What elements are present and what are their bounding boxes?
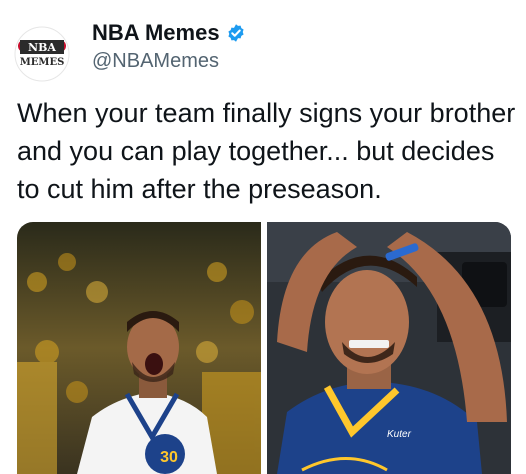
svg-text:NBA: NBA bbox=[28, 41, 56, 54]
display-name[interactable]: NBA Memes bbox=[92, 20, 246, 46]
avatar[interactable]: NBA MEMES bbox=[14, 26, 70, 82]
svg-text:Kuter: Kuter bbox=[387, 429, 412, 440]
display-name-text[interactable]: NBA Memes bbox=[92, 20, 220, 46]
photo-distraught-player[interactable]: Kuter bbox=[267, 222, 511, 474]
nba-memes-logo: NBA MEMES bbox=[14, 26, 70, 82]
svg-text:30: 30 bbox=[160, 449, 178, 466]
tweet-media[interactable]: 30 Kuter bbox=[17, 222, 511, 474]
tweet-text: When your team finally signs your brothe… bbox=[17, 98, 516, 204]
photo-celebrating-player[interactable]: 30 bbox=[17, 222, 261, 474]
svg-text:MEMES: MEMES bbox=[20, 57, 65, 68]
verified-badge-icon bbox=[226, 23, 246, 43]
account-handle[interactable]: @NBAMemes bbox=[92, 50, 219, 73]
